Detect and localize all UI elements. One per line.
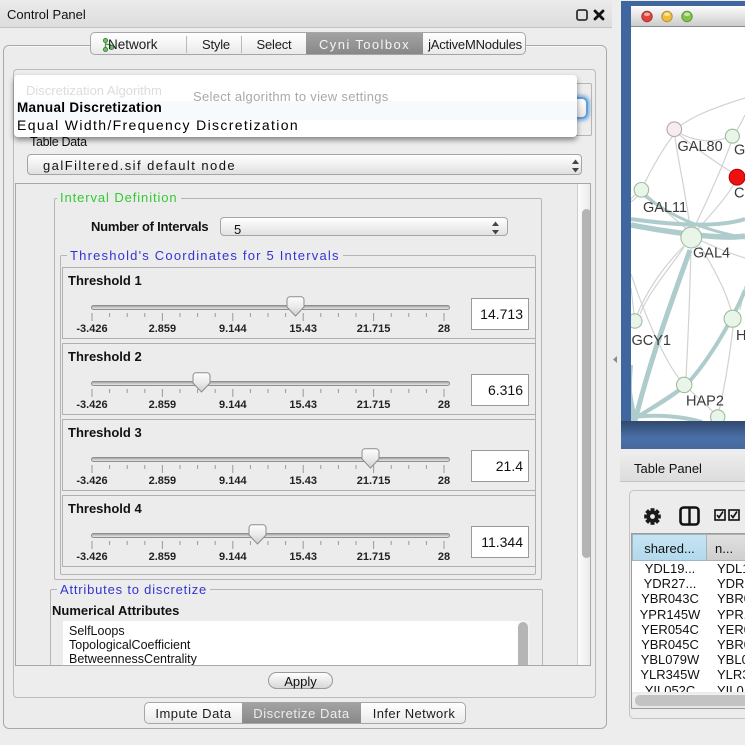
svg-text:GAL80: GAL80	[678, 139, 723, 155]
svg-text:C: C	[734, 186, 744, 202]
svg-text:GAL11: GAL11	[643, 200, 687, 216]
svg-text:HAP2: HAP2	[686, 394, 724, 410]
svg-text:GA: GA	[734, 143, 745, 159]
svg-text:H: H	[736, 328, 745, 344]
svg-text:GCY1: GCY1	[632, 333, 672, 349]
svg-text:GAL4: GAL4	[693, 246, 730, 262]
